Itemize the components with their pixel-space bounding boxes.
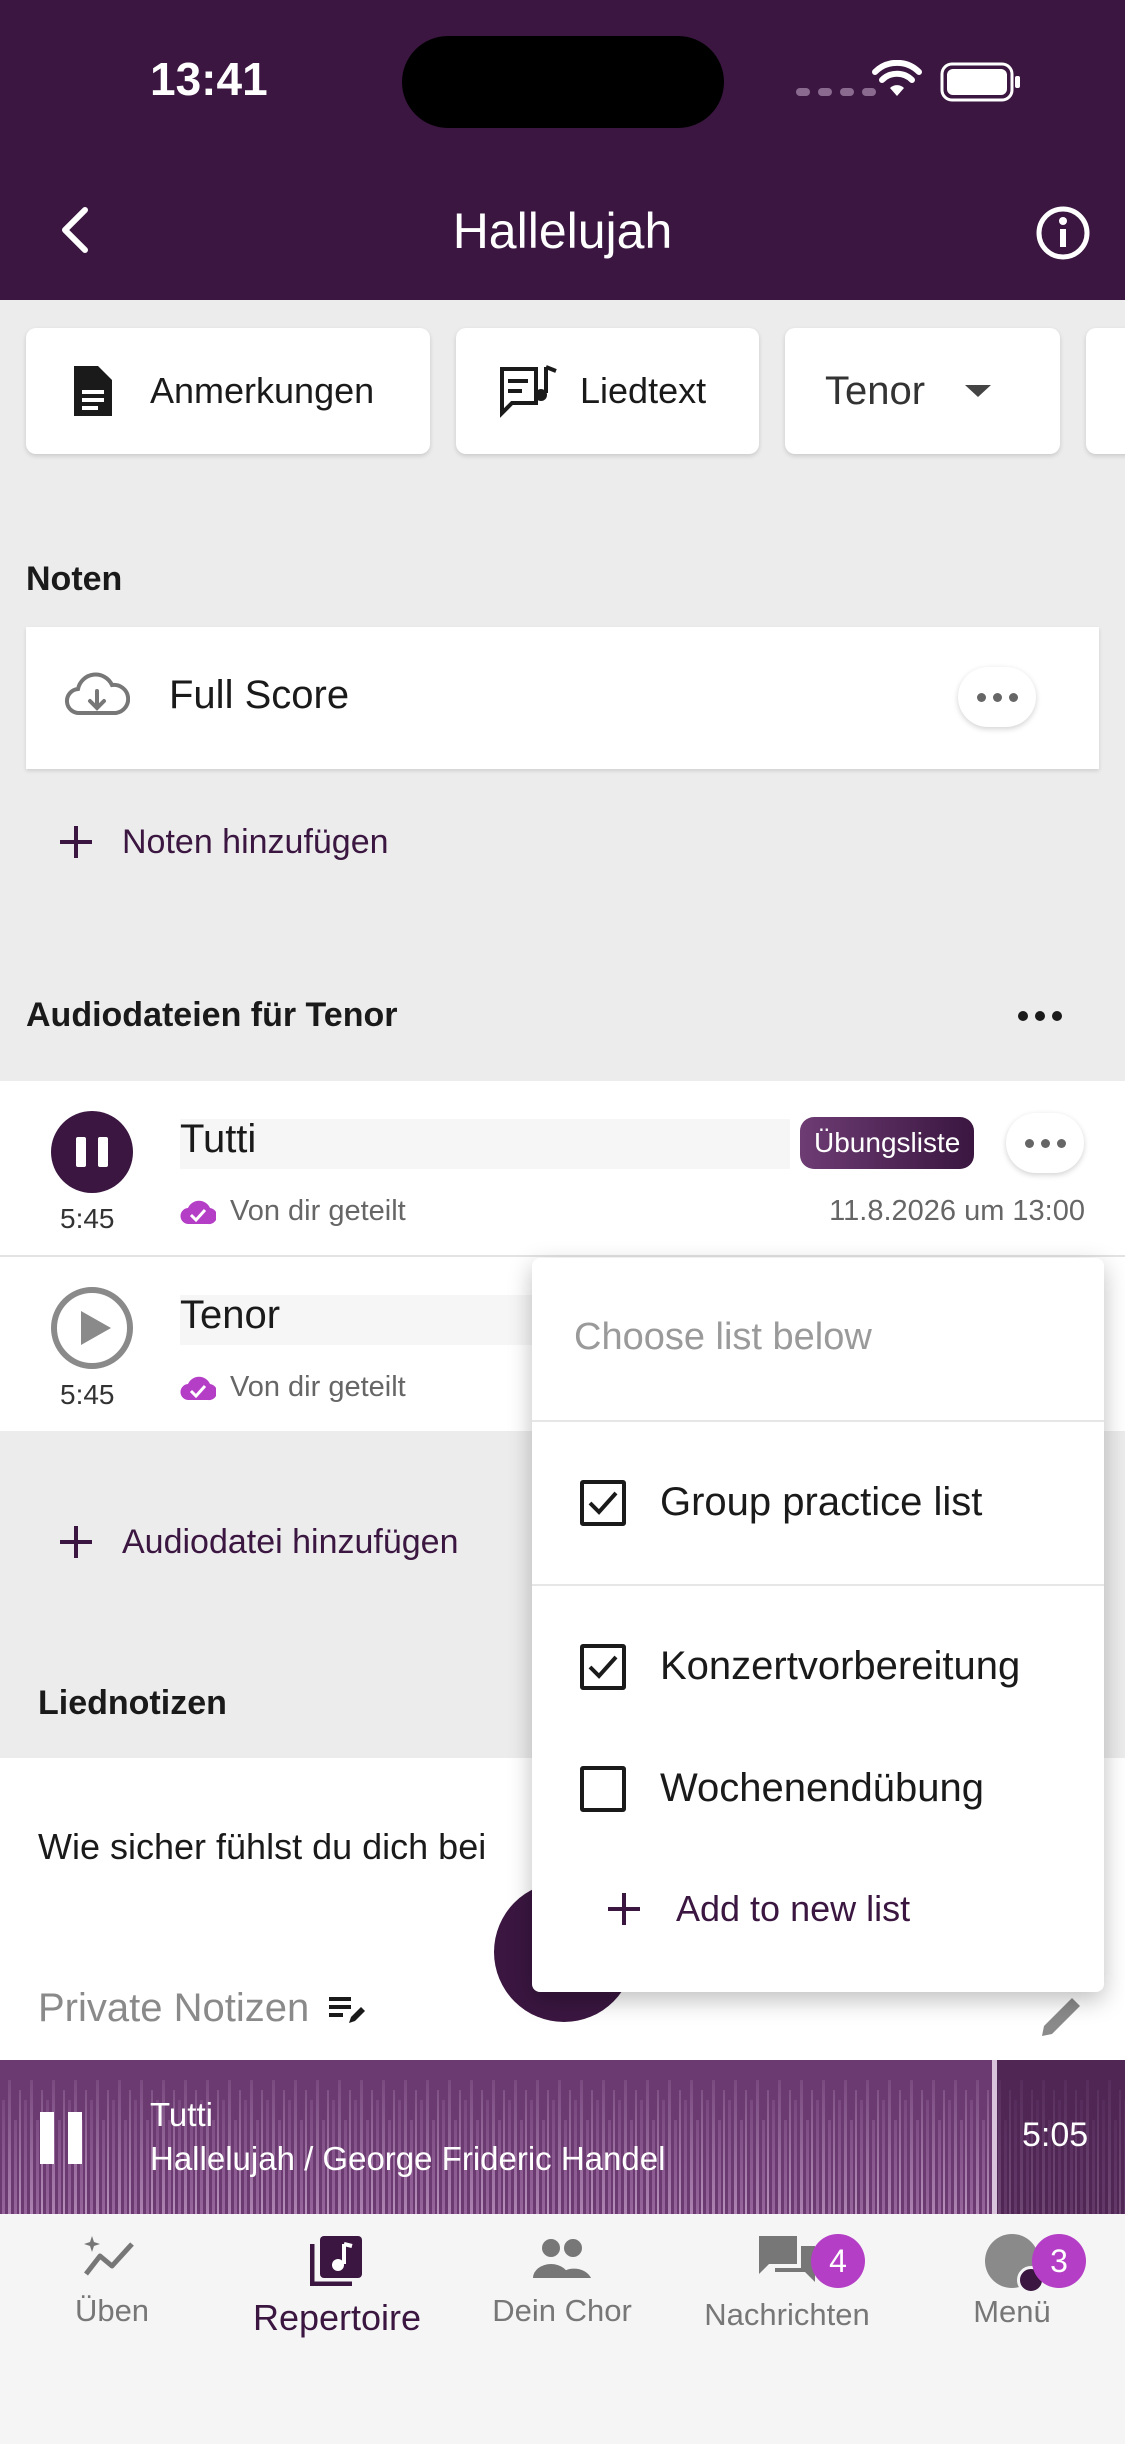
music-library-icon (309, 2236, 362, 2287)
wifi-icon (872, 60, 922, 96)
check-icon (588, 1655, 618, 1679)
list-menu: Choose list below Group practice list Ko… (532, 1258, 1104, 1992)
scores-section-title: Noten (26, 560, 123, 598)
tab-nachrichten[interactable]: Nachrichten 4 (687, 2234, 887, 2333)
lyrics-icon (500, 365, 557, 418)
menu-divider (532, 1584, 1104, 1586)
tab-menu[interactable]: Menü 3 (912, 2234, 1112, 2330)
menu-item-group-practice[interactable]: Group practice list (532, 1424, 1104, 1584)
menu-item-wochenende[interactable]: Wochenendübung (532, 1712, 1104, 1822)
cloud-check-icon (180, 1376, 216, 1400)
add-new-list-button[interactable]: Add to new list (604, 1888, 910, 1930)
practice-list-badge: Übungsliste (800, 1117, 975, 1169)
lyrics-chip-label: Liedtext (580, 370, 707, 411)
track-progress (180, 1119, 790, 1169)
page-title: Hallelujah (452, 203, 673, 259)
checkbox-checked[interactable] (580, 1644, 626, 1690)
add-new-list-label: Add to new list (676, 1888, 911, 1929)
menu-item-label: Konzertvorbereitung (660, 1644, 1021, 1688)
checkbox-unchecked[interactable] (580, 1766, 626, 1812)
tab-ueben[interactable]: Üben (12, 2234, 212, 2329)
shared-label: Von dir geteilt (230, 1195, 406, 1227)
menu-hint: Choose list below (574, 1316, 872, 1358)
add-score-label: Noten hinzufügen (122, 822, 389, 861)
audio-more-button[interactable] (1008, 996, 1072, 1036)
notification-badge: 4 (811, 2234, 865, 2288)
pencil-icon[interactable] (1036, 1990, 1088, 2042)
menu-item-label: Wochenendübung (660, 1766, 984, 1810)
more-chip[interactable] (1086, 328, 1125, 454)
notification-badge: 3 (1032, 2234, 1086, 2288)
tab-label: Üben (74, 2293, 150, 2328)
shared-status: Von dir geteilt (180, 1371, 406, 1404)
shared-label: Von dir geteilt (230, 1371, 406, 1403)
audio-row-tutti[interactable]: 5:45 Tutti Von dir geteilt Übungsliste 1… (0, 1081, 1125, 1255)
cloud-download-icon (65, 672, 130, 716)
tab-label: Menü (973, 2294, 1051, 2329)
tab-label: Nachrichten (704, 2297, 870, 2332)
score-item[interactable]: Full Score (26, 627, 1099, 769)
private-notes[interactable]: Private Notizen (38, 1986, 367, 2031)
app-header: 13:41 Hallelujah (0, 0, 1125, 300)
group-icon (533, 2239, 591, 2278)
play-button[interactable] (51, 1287, 133, 1369)
voice-select-value: Tenor (825, 368, 926, 413)
mini-player[interactable]: Tutti Hallelujah / George Frideric Hande… (0, 2060, 1125, 2214)
check-icon (588, 1491, 618, 1515)
plus-icon (608, 1893, 640, 1925)
menu-item-konzert[interactable]: Konzertvorbereitung (532, 1588, 1104, 1708)
track-name: Tutti (180, 1117, 257, 1161)
chat-icon (759, 2236, 815, 2282)
avatar (985, 2234, 1045, 2294)
waveform (0, 2060, 1125, 2214)
lyrics-chip[interactable]: Liedtext (456, 328, 759, 454)
player-pause-button[interactable] (40, 2112, 82, 2164)
signal-icon (796, 88, 876, 96)
player-time: 5:05 (1022, 2116, 1089, 2154)
confidence-question: Wie sicher fühlst du dich bei (38, 1826, 487, 1867)
score-name: Full Score (169, 673, 350, 717)
menu-divider (532, 1420, 1104, 1422)
player-track: Tutti (150, 2096, 213, 2133)
add-audio-label: Audiodatei hinzufügen (122, 1522, 459, 1561)
dynamic-island (402, 36, 724, 128)
status-time: 13:41 (150, 53, 268, 105)
score-more-button[interactable] (958, 667, 1036, 727)
play-icon (81, 1311, 111, 1345)
track-date: 11.8.2026 um 13:00 (829, 1195, 1085, 1227)
player-subtitle: Hallelujah / George Frideric Handel (150, 2140, 666, 2177)
pause-button[interactable] (51, 1111, 133, 1193)
tab-repertoire[interactable]: Repertoire (237, 2234, 437, 2339)
track-more-button[interactable] (1006, 1113, 1084, 1173)
add-audio-button[interactable]: Audiodatei hinzufügen (56, 1522, 459, 1562)
tab-dein-chor[interactable]: Dein Chor (462, 2234, 662, 2329)
document-icon (74, 366, 112, 416)
audio-section-title: Audiodateien für Tenor (26, 996, 398, 1034)
track-duration: 5:45 (60, 1203, 115, 1234)
add-score-button[interactable]: Noten hinzufügen (56, 822, 389, 862)
song-notes-title: Liednotizen (38, 1684, 227, 1722)
notes-chip[interactable]: Anmerkungen (26, 328, 430, 454)
chart-sparkle-icon (84, 2236, 134, 2276)
notes-chip-label: Anmerkungen (150, 370, 375, 411)
menu-item-label: Group practice list (660, 1480, 983, 1524)
private-notes-label: Private Notizen (38, 1986, 310, 2030)
edit-notes-icon (329, 1996, 366, 2023)
plus-icon (60, 826, 92, 858)
info-button[interactable] (1030, 200, 1096, 266)
shared-status: Von dir geteilt (180, 1195, 406, 1228)
track-name: Tenor (180, 1293, 281, 1337)
tab-label: Repertoire (252, 2297, 422, 2338)
tab-bar: Üben Repertoire Dein Chor Nachrichten 4 (0, 2214, 1125, 2444)
plus-icon (60, 1526, 92, 1558)
checkbox-checked[interactable] (580, 1480, 626, 1526)
battery-icon (940, 62, 1020, 102)
tab-label: Dein Chor (492, 2293, 632, 2328)
cloud-check-icon (180, 1200, 216, 1224)
voice-select[interactable]: Tenor (785, 328, 1060, 454)
info-icon (1036, 206, 1090, 260)
caret-down-icon (965, 385, 992, 397)
track-duration: 5:45 (60, 1379, 115, 1410)
